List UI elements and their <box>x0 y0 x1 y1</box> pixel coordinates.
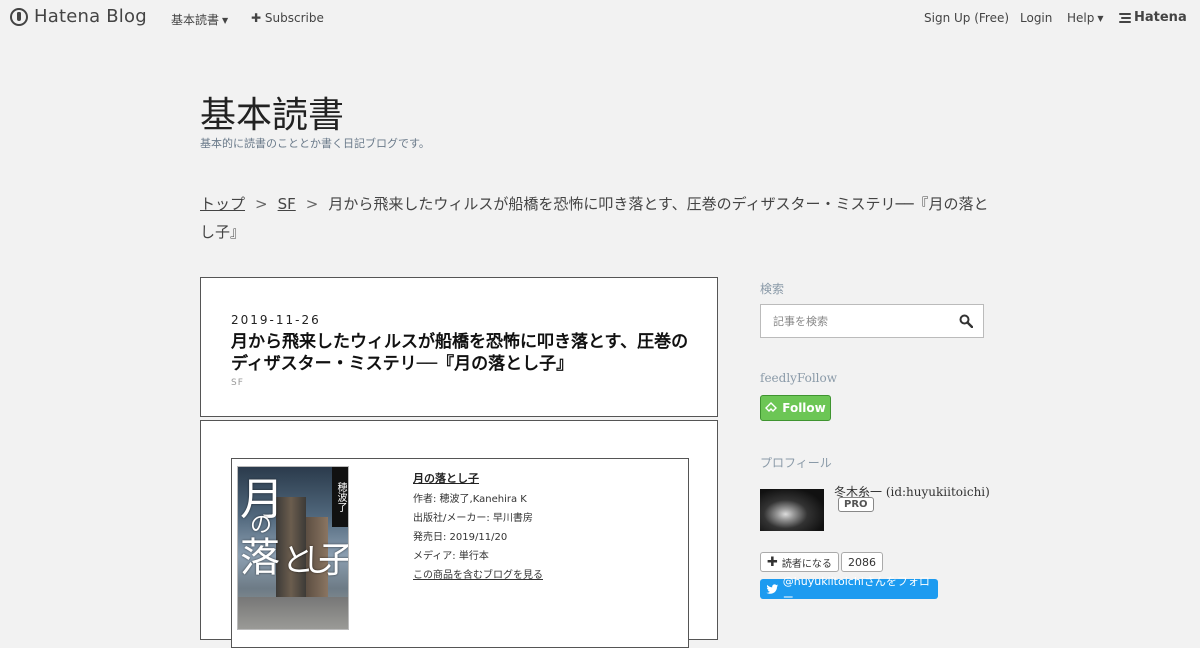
product-publisher: 出版社/メーカー: 早川書房 <box>413 513 533 524</box>
hatena-menu[interactable]: Hatena <box>1119 10 1187 25</box>
cover-title-char: 子 <box>318 540 348 581</box>
product-card: 月 の 落 と し 子 穂波了 月の落とし子 作者: 穂波了,Kanehira … <box>231 458 689 648</box>
caret-down-icon: ▼ <box>222 16 229 25</box>
entry-content: 月 の 落 と し 子 穂波了 月の落とし子 作者: 穂波了,Kanehira … <box>200 420 718 648</box>
brand-text: Hatena Blog <box>34 6 147 27</box>
hatena-blog-logo-icon <box>10 7 28 26</box>
breadcrumb-separator: > <box>305 195 319 213</box>
book-cover-image[interactable]: 月 の 落 と し 子 穂波了 <box>238 467 348 629</box>
cover-author: 穂波了 <box>332 467 348 527</box>
product-media: メディア: 単行本 <box>413 551 489 562</box>
twitter-follow-label: @huyukiitoichiさんをフォロー <box>782 575 930 604</box>
blog-title[interactable]: 基本読書 <box>200 86 344 138</box>
product-author: 作者: 穂波了,Kanehira K <box>413 494 527 505</box>
help-label: Help <box>1067 11 1095 25</box>
cover-title-char: 落 <box>240 535 280 581</box>
subscribe-button[interactable]: ✚ Subscribe <box>251 11 324 25</box>
plus-icon: ✚ <box>767 554 778 570</box>
feedly-follow-label: Follow <box>782 401 826 415</box>
feedly-icon <box>765 402 778 412</box>
entry-title[interactable]: 月から飛来したウィルスが船橋を恐怖に叩き落とす、圧巻のディザスター・ミステリ──… <box>231 331 701 375</box>
search-heading: 検索 <box>760 282 785 296</box>
profile-heading: プロフィール <box>760 456 832 470</box>
breadcrumb-category-link[interactable]: SF <box>278 195 296 213</box>
search-form <box>760 304 984 338</box>
entry-header: 2019-11-26 月から飛来したウィルスが船橋を恐怖に叩き落とす、圧巻のディ… <box>200 277 718 417</box>
twitter-follow-button[interactable]: @huyukiitoichiさんをフォロー <box>760 575 938 604</box>
hatena-label: Hatena <box>1134 10 1187 25</box>
product-info: 月の落とし子 作者: 穂波了,Kanehira K 出版社/メーカー: 早川書房… <box>413 469 543 585</box>
login-link[interactable]: Login <box>1020 11 1052 25</box>
twitter-bird-icon <box>766 583 779 594</box>
blog-description: 基本的に読書のこととか書く日記ブログです。 <box>200 137 430 150</box>
hatena-stripes-icon <box>1119 12 1131 23</box>
pro-badge[interactable]: PRO <box>838 497 874 512</box>
subscribe-reader-button[interactable]: ✚ 読者になる <box>760 552 839 572</box>
entry-category[interactable]: SF <box>231 378 244 388</box>
breadcrumb: トップ > SF > 月から飛来したウィルスが船橋を恐怖に叩き落とす、圧巻のディザスター… <box>200 190 1000 246</box>
search-input[interactable] <box>771 305 955 337</box>
reader-button-label: 読者になる <box>781 558 832 570</box>
help-dropdown[interactable]: Help ▼ <box>1067 11 1104 25</box>
product-title-link[interactable]: 月の落とし子 <box>413 469 543 488</box>
breadcrumb-current: 月から飛来したウィルスが船橋を恐怖に叩き落とす、圧巻のディザスター・ミステリ──… <box>200 195 989 241</box>
feedly-follow-button[interactable]: Follow <box>760 395 831 421</box>
caret-down-icon: ▼ <box>1097 14 1104 23</box>
hatena-blog-logo[interactable]: Hatena Blog <box>10 6 147 27</box>
entry-date[interactable]: 2019-11-26 <box>231 313 321 327</box>
blog-menu-label: 基本読書 <box>171 13 220 27</box>
blog-menu-dropdown[interactable]: 基本読書 ▼ <box>171 11 228 28</box>
product-release-date: 発売日: 2019/11/20 <box>413 532 508 543</box>
reader-count-badge[interactable]: 2086 <box>841 552 883 572</box>
avatar[interactable] <box>760 489 824 531</box>
breadcrumb-separator: > <box>255 195 268 213</box>
product-blog-link[interactable]: この商品を含むブログを見る <box>413 566 543 585</box>
breadcrumb-top-link[interactable]: トップ <box>200 195 245 213</box>
cover-road <box>238 597 348 629</box>
subscribe-label: Subscribe <box>264 11 324 25</box>
search-icon[interactable] <box>959 314 973 328</box>
signup-link[interactable]: Sign Up (Free) <box>924 11 1009 25</box>
plus-icon: ✚ <box>251 11 262 25</box>
feedly-heading: feedlyFollow <box>760 371 838 385</box>
global-header: Hatena Blog 基本読書 ▼ ✚ Subscribe Sign Up (F… <box>0 0 1200 36</box>
